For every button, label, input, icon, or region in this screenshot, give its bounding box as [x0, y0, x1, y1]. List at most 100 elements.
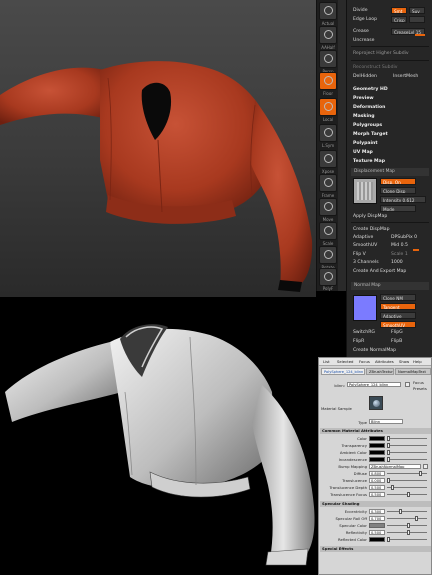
mode-button[interactable]: Mode: [380, 205, 416, 212]
aahalf-button[interactable]: [319, 26, 337, 44]
focus-button[interactable]: Focus: [413, 380, 431, 385]
intensity-slider[interactable]: Intensity 0.612: [380, 196, 426, 203]
tangent-toggle[interactable]: Tangent: [380, 303, 416, 310]
menu-selected[interactable]: Selected: [337, 359, 353, 364]
ambient-color-slider-knob[interactable]: [387, 450, 390, 455]
create-export-map-button[interactable]: Create And Export Map: [353, 268, 406, 276]
transparency-slider-knob[interactable]: [387, 443, 390, 448]
eccentricity-slider[interactable]: [387, 511, 427, 512]
delhidden-button[interactable]: DelHidden: [353, 73, 377, 81]
color-slider-knob[interactable]: [387, 436, 390, 441]
section-polypaint[interactable]: Polypaint: [353, 140, 378, 148]
transparency-slider[interactable]: [387, 445, 427, 446]
reconstruct-subdiv-button[interactable]: Reconstruct Subdiv: [353, 64, 398, 72]
section-morph-target[interactable]: Morph Target: [353, 131, 388, 139]
special-effects-section[interactable]: Special Effects: [320, 546, 431, 552]
color-swatch[interactable]: [369, 436, 385, 441]
channels-toggle[interactable]: 3 Channels: [353, 259, 379, 267]
ambient-color-slider[interactable]: [387, 452, 427, 453]
divide-button[interactable]: Divide: [353, 7, 368, 15]
eccentricity-slider-knob[interactable]: [399, 509, 402, 514]
translucence-depth-slider-knob[interactable]: [391, 485, 394, 490]
specular-color-slider-knob[interactable]: [407, 523, 410, 528]
node-icon[interactable]: [405, 382, 410, 387]
incandescence-slider[interactable]: [387, 459, 427, 460]
diffuse-field[interactable]: 0.800: [369, 471, 385, 476]
insertmesh-button[interactable]: InsertMesh: [393, 73, 418, 81]
crisp-toggle[interactable]: Crisp: [391, 16, 407, 23]
transparency-swatch[interactable]: [369, 443, 385, 448]
actual-button[interactable]: [319, 2, 337, 20]
menu-help[interactable]: Help: [413, 359, 422, 364]
rotate-button[interactable]: [319, 246, 337, 264]
presets-button[interactable]: Presets: [413, 386, 431, 391]
scale-button[interactable]: [319, 222, 337, 240]
edge-loop-option[interactable]: [409, 16, 425, 23]
translucence-depth-field[interactable]: 0.500: [369, 485, 385, 490]
smoothuv-nm-toggle[interactable]: SmoothUV: [380, 321, 416, 328]
adaptive-toggle[interactable]: Adaptive: [353, 234, 373, 242]
reflectivity-slider-knob[interactable]: [407, 530, 410, 535]
bump-mapping-field[interactable]: ZBrushNormalMap: [369, 464, 421, 469]
menu-focus[interactable]: Focus: [359, 359, 370, 364]
translucence-focus-slider-knob[interactable]: [407, 492, 410, 497]
scale-slider[interactable]: Scale 1: [391, 251, 408, 259]
ambient-color-swatch[interactable]: [369, 450, 385, 455]
translucence-focus-field[interactable]: 0.500: [369, 492, 385, 497]
crease-button[interactable]: Crease: [353, 28, 369, 36]
section-geometry-hd[interactable]: Geometry HD: [353, 86, 388, 94]
flipg-toggle[interactable]: FlipG: [391, 329, 403, 337]
menu-show[interactable]: Show: [399, 359, 409, 364]
section-uv-map[interactable]: UV Map: [353, 149, 373, 157]
specular-color-swatch[interactable]: [369, 523, 385, 528]
translucence-slider-knob[interactable]: [387, 478, 390, 483]
smoothuv-toggle[interactable]: SmoothUV: [353, 242, 377, 250]
zbrush-viewport[interactable]: [0, 0, 316, 297]
specular-roll-off-slider[interactable]: [387, 518, 427, 519]
map-size-value[interactable]: 1000: [391, 259, 403, 267]
reflectivity-field[interactable]: 0.500: [369, 530, 385, 535]
dpsubpix-slider[interactable]: DPSubPix 0: [391, 234, 417, 242]
clone-nm-button[interactable]: Clone NM: [380, 294, 416, 301]
disp-on-toggle[interactable]: Disp. On: [380, 178, 416, 185]
frame-button[interactable]: [319, 174, 337, 192]
diffuse-slider-knob[interactable]: [419, 471, 422, 476]
specular-roll-off-slider-knob[interactable]: [415, 516, 418, 521]
section-polygroups[interactable]: Polygroups: [353, 122, 382, 130]
section-masking[interactable]: Masking: [353, 113, 375, 121]
eccentricity-field[interactable]: 0.300: [369, 509, 385, 514]
displacement-thumbnail[interactable]: [353, 178, 377, 204]
flip-v-toggle[interactable]: Flip V: [353, 251, 366, 259]
common-material-section[interactable]: Common Material Attributes: [320, 428, 431, 434]
type-dropdown[interactable]: Blinn: [369, 419, 403, 424]
reflected-color-swatch[interactable]: [369, 537, 385, 542]
reflected-color-slider[interactable]: [387, 539, 427, 540]
smt-toggle[interactable]: Smt: [391, 7, 407, 14]
translucence-field[interactable]: 0.000: [369, 478, 385, 483]
normal-map-thumbnail[interactable]: [353, 295, 377, 321]
translucence-slider[interactable]: [387, 480, 427, 481]
move-button[interactable]: [319, 198, 337, 216]
floor-button[interactable]: [319, 72, 337, 90]
local-button[interactable]: [319, 98, 337, 116]
polyf-button[interactable]: [319, 268, 337, 286]
section-texture-map[interactable]: Texture Map: [353, 158, 385, 166]
apply-dispmap-button[interactable]: Apply DispMap: [353, 213, 387, 221]
specular-shading-section[interactable]: Specular Shading: [320, 501, 431, 507]
node-name-field[interactable]: PolySphere_124_blinn: [347, 382, 401, 387]
xpose-button[interactable]: [319, 150, 337, 168]
mid-slider[interactable]: Mid 0.5: [391, 242, 408, 250]
persp-button[interactable]: [319, 50, 337, 68]
incandescence-swatch[interactable]: [369, 457, 385, 462]
uncrease-button[interactable]: Uncrease: [353, 37, 374, 45]
displacement-map-header[interactable]: Displacement Map: [351, 168, 429, 176]
clone-disp-button[interactable]: Clone Disp: [380, 187, 416, 194]
reproject-button[interactable]: Reproject Higher Subdiv: [353, 50, 409, 58]
adaptive-nm-toggle[interactable]: Adaptive: [380, 312, 416, 319]
section-preview[interactable]: Preview: [353, 95, 374, 103]
flipr-toggle[interactable]: FlipR: [353, 338, 364, 346]
tab-normal-map-texture[interactable]: NormalMapText: [395, 368, 431, 375]
menu-attributes[interactable]: Attributes: [375, 359, 394, 364]
incandescence-slider-knob[interactable]: [387, 457, 390, 462]
reflected-color-slider-knob[interactable]: [387, 537, 390, 542]
